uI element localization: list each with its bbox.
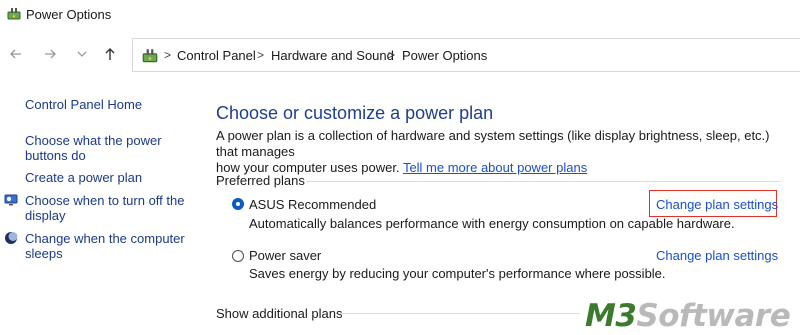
- change-plan-settings-link[interactable]: Change plan settings: [656, 248, 778, 263]
- plan-description: Automatically balances performance with …: [249, 216, 735, 231]
- window-title: Power Options: [26, 7, 112, 22]
- sidebar-item-label: display: [25, 208, 66, 223]
- address-bar[interactable]: > Control Panel > Hardware and Sound > P…: [132, 38, 800, 72]
- learn-more-link[interactable]: Tell me more about power plans: [403, 160, 587, 175]
- sidebar-item-label: sleeps: [25, 246, 63, 261]
- plan-radio-asus-recommended[interactable]: [232, 198, 244, 210]
- watermark-prefix: M3: [585, 298, 637, 334]
- page-description: A power plan is a collection of hardware…: [216, 128, 776, 176]
- sidebar-item-label: Change when the computer: [25, 231, 185, 246]
- breadcrumb-separator: >: [164, 48, 172, 62]
- breadcrumb-hardware-and-sound[interactable]: Hardware and Sound: [271, 48, 394, 63]
- breadcrumb-power-options[interactable]: Power Options: [402, 48, 487, 63]
- sidebar-item-create-plan[interactable]: Create a power plan: [25, 170, 142, 185]
- breadcrumb-separator: >: [388, 48, 396, 62]
- monitor-icon: [4, 194, 18, 206]
- sidebar-item-computer-sleeps[interactable]: Change when the computer sleeps: [25, 231, 185, 261]
- divider: [340, 313, 580, 314]
- sidebar-item-power-buttons[interactable]: Choose what the power buttons do: [25, 133, 162, 163]
- sidebar-item-label: buttons do: [25, 148, 86, 163]
- page-title: Choose or customize a power plan: [216, 103, 494, 123]
- arrow-left-icon[interactable]: [6, 46, 26, 66]
- plan-name: Power saver: [249, 248, 322, 263]
- sidebar-item-label: Choose when to turn off the: [25, 193, 185, 208]
- arrow-up-icon[interactable]: [100, 46, 120, 66]
- navigation-bar: > Control Panel > Hardware and Sound > P…: [0, 38, 800, 74]
- moon-icon: [5, 232, 18, 244]
- sidebar-item-label: Create a power plan: [25, 170, 143, 185]
- power-options-icon: [142, 49, 158, 63]
- change-plan-settings-link[interactable]: Change plan settings: [656, 197, 778, 212]
- watermark-logo: M3Software: [585, 298, 791, 334]
- title-bar: Power Options: [0, 0, 800, 30]
- control-panel-home-link[interactable]: Control Panel Home: [25, 97, 142, 112]
- plan-radio-power-saver[interactable]: [232, 250, 244, 262]
- watermark-suffix: Software: [636, 298, 791, 334]
- plan-description: Saves energy by reducing your computer's…: [249, 266, 666, 281]
- show-additional-plans-toggle[interactable]: Show additional plans: [216, 306, 342, 321]
- breadcrumb-control-panel[interactable]: Control Panel: [177, 48, 256, 63]
- description-line: A power plan is a collection of hardware…: [216, 128, 770, 159]
- sidebar-item-turn-off-display[interactable]: Choose when to turn off the display: [25, 193, 184, 223]
- power-options-icon: [7, 8, 21, 20]
- divider: [306, 181, 780, 182]
- arrow-right-icon[interactable]: [40, 46, 60, 66]
- breadcrumb-separator: >: [257, 48, 265, 62]
- sidebar-item-label: Choose what the power: [25, 133, 162, 148]
- chevron-down-icon[interactable]: [72, 46, 92, 66]
- plan-name: ASUS Recommended: [249, 197, 377, 212]
- preferred-plans-label: Preferred plans: [216, 173, 305, 188]
